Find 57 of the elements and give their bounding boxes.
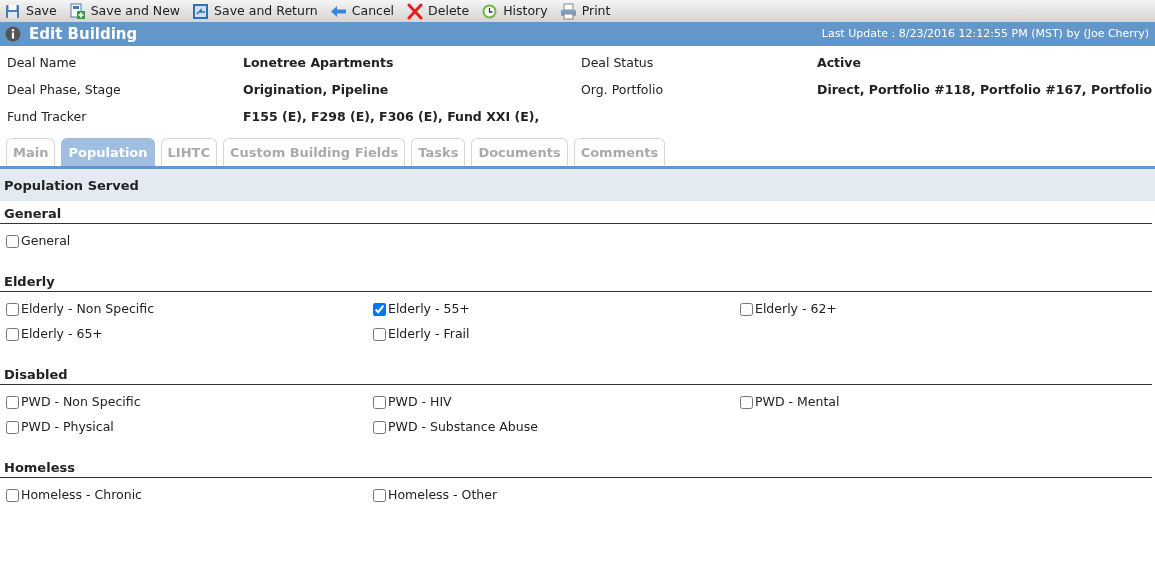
checkbox[interactable]	[373, 327, 386, 341]
floppy-icon	[4, 2, 21, 20]
checkbox-label: Elderly - 62+	[755, 300, 837, 319]
checkbox-label: PWD - Mental	[755, 393, 840, 412]
checkbox[interactable]	[373, 489, 386, 503]
field-value: Origination, Pipeline	[243, 81, 390, 100]
toolbar-button[interactable]: Cancel	[329, 0, 395, 22]
group-heading: Elderly	[0, 268, 1152, 293]
checkbox[interactable]	[6, 303, 19, 317]
field-value: F155 (E), F298 (E), F306 (E), Fund XXI (E),	[243, 108, 541, 127]
checkbox-label: PWD - Non Specific	[21, 393, 141, 412]
group-heading: General	[0, 200, 1152, 224]
field-label: Deal Phase, Stage	[7, 81, 122, 100]
checkbox-label: Elderly - 55+	[388, 300, 470, 319]
document-arrow-icon	[192, 2, 210, 20]
checkbox-label: Homeless - Other	[388, 486, 498, 505]
page-title: Edit Building	[29, 23, 138, 45]
checkbox[interactable]	[740, 396, 753, 410]
field-value: Lonetree Apartments	[243, 54, 395, 73]
close-icon	[406, 2, 424, 20]
field-label: Fund Tracker	[7, 108, 88, 127]
checkbox-label: PWD - HIV	[388, 393, 452, 412]
field-label: Org. Portfolio	[581, 81, 665, 100]
checkbox[interactable]	[373, 303, 386, 317]
toolbar-button[interactable]: History	[481, 0, 548, 22]
printer-icon	[559, 2, 577, 20]
checkbox-label: Elderly - 65+	[21, 325, 103, 343]
checkbox-label: Homeless - Chronic	[21, 486, 142, 505]
group-heading: Homeless	[0, 454, 1152, 479]
toolbar-button[interactable]: Save and Return	[192, 0, 318, 22]
checkbox-label: General	[21, 232, 71, 250]
last-update-text: Last Update : 8/23/2016 12:12:55 PM (MST) by (Joe Cherry)	[821, 25, 1149, 42]
toolbar-button[interactable]: Print	[559, 0, 611, 22]
section-header: Population Served	[0, 169, 1155, 201]
field-label: Deal Status	[581, 54, 655, 73]
checkbox[interactable]	[6, 234, 19, 248]
checkbox[interactable]	[6, 489, 19, 503]
checkbox-label: Elderly - Non Specific	[21, 300, 154, 319]
checkbox-label: Elderly - Frail	[388, 325, 470, 343]
toolbar-button[interactable]: Save and New	[68, 0, 181, 22]
checkbox[interactable]	[740, 303, 753, 317]
checkbox-label: PWD - Physical	[21, 418, 114, 436]
clock-icon	[481, 2, 499, 20]
toolbar-button[interactable]: Save	[4, 0, 57, 22]
group-heading: Disabled	[0, 361, 1152, 386]
info-icon	[5, 26, 21, 42]
field-label: Deal Name	[7, 54, 78, 73]
checkbox[interactable]	[6, 420, 19, 434]
toolbar-button[interactable]: Delete	[406, 0, 470, 22]
field-value: Active	[817, 54, 862, 73]
document-plus-icon	[68, 2, 86, 20]
checkbox[interactable]	[373, 396, 386, 410]
checkbox[interactable]	[6, 396, 19, 410]
checkbox[interactable]	[373, 420, 386, 434]
field-value: Direct, Portfolio #118, Portfolio #167, Portfolio	[817, 81, 1154, 100]
checkbox[interactable]	[6, 327, 19, 341]
checkbox-label: PWD - Substance Abuse	[388, 418, 538, 436]
